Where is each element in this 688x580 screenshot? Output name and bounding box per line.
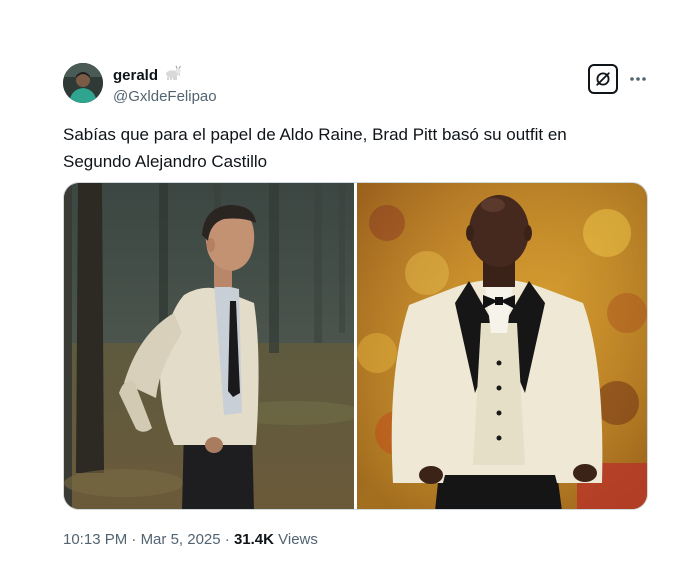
author-display-name[interactable]: gerald [113, 67, 158, 84]
media-photo-right[interactable] [357, 183, 647, 509]
grok-icon [596, 72, 610, 86]
grok-button[interactable] [588, 64, 618, 94]
meta-separator: · [220, 531, 234, 548]
photo-stadium-man [357, 183, 647, 509]
more-options-button[interactable] [627, 70, 649, 88]
tweet-meta: 10:13 PM · Mar 5, 2025 · 31.4K Views [63, 531, 318, 548]
views-label: Views [273, 531, 318, 548]
goat-emoji-icon [164, 65, 182, 86]
media-photo-left[interactable] [64, 183, 364, 509]
author-handle[interactable]: @GxldeFelipao [113, 88, 217, 105]
avatar-image [63, 63, 103, 103]
media-grid [63, 182, 648, 510]
views-count[interactable]: 31.4K [234, 531, 274, 548]
tweet-card: gerald @GxldeFelipao Sabías que para el … [0, 0, 688, 580]
tweet-date[interactable]: Mar 5, 2025 [141, 531, 221, 548]
tweet-text-line-1: Sabías que para el papel de Aldo Raine, … [63, 125, 567, 144]
avatar[interactable] [63, 63, 103, 103]
meta-separator: · [127, 531, 141, 548]
photo-forest-man [64, 183, 364, 509]
tweet-text: Sabías que para el papel de Aldo Raine, … [63, 121, 623, 175]
more-options-icon [630, 77, 646, 81]
tweet-time[interactable]: 10:13 PM [63, 531, 127, 548]
author-name-row: gerald [113, 65, 182, 86]
tweet-text-line-2: Segundo Alejandro Castillo [63, 152, 268, 171]
